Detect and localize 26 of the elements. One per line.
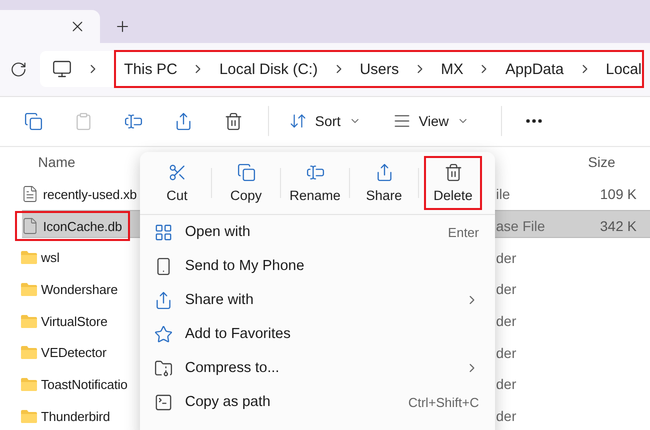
file-type: der (495, 376, 518, 392)
menu-item-label: Open with (185, 224, 252, 240)
file-name: wsl (41, 250, 60, 266)
file-name: VEDetector (41, 345, 106, 360)
shortcut-text: Ctrl+Shift+C (408, 394, 479, 410)
file-name: Wondershare (41, 282, 118, 297)
file-name: ToastNotificatio (41, 376, 128, 392)
file-name: Thunderbird (41, 408, 110, 424)
menu-item-label: Copy as path (185, 394, 272, 410)
file-name: VirtualStore (41, 314, 108, 329)
menu-item-label: Add to Favorites (185, 326, 292, 342)
file-type: der (495, 281, 518, 298)
file-type: der (495, 250, 518, 266)
file-type: der (495, 408, 518, 424)
file-type: der (495, 344, 518, 361)
shortcut-text: Enter (448, 224, 479, 240)
file-size: 109 K (599, 186, 638, 202)
file-name: IconCache.db (43, 218, 122, 234)
file-type: der (495, 313, 518, 330)
menu-item-label: Compress to... (185, 360, 280, 376)
file-name: recently-used.xb (43, 186, 137, 202)
file-type: ile (495, 186, 512, 202)
file-size: 342 K (599, 218, 638, 234)
menu-item-label: Send to My Phone (185, 258, 306, 274)
menu-item-label: Share with (185, 292, 255, 308)
file-type: ase File (495, 218, 546, 234)
